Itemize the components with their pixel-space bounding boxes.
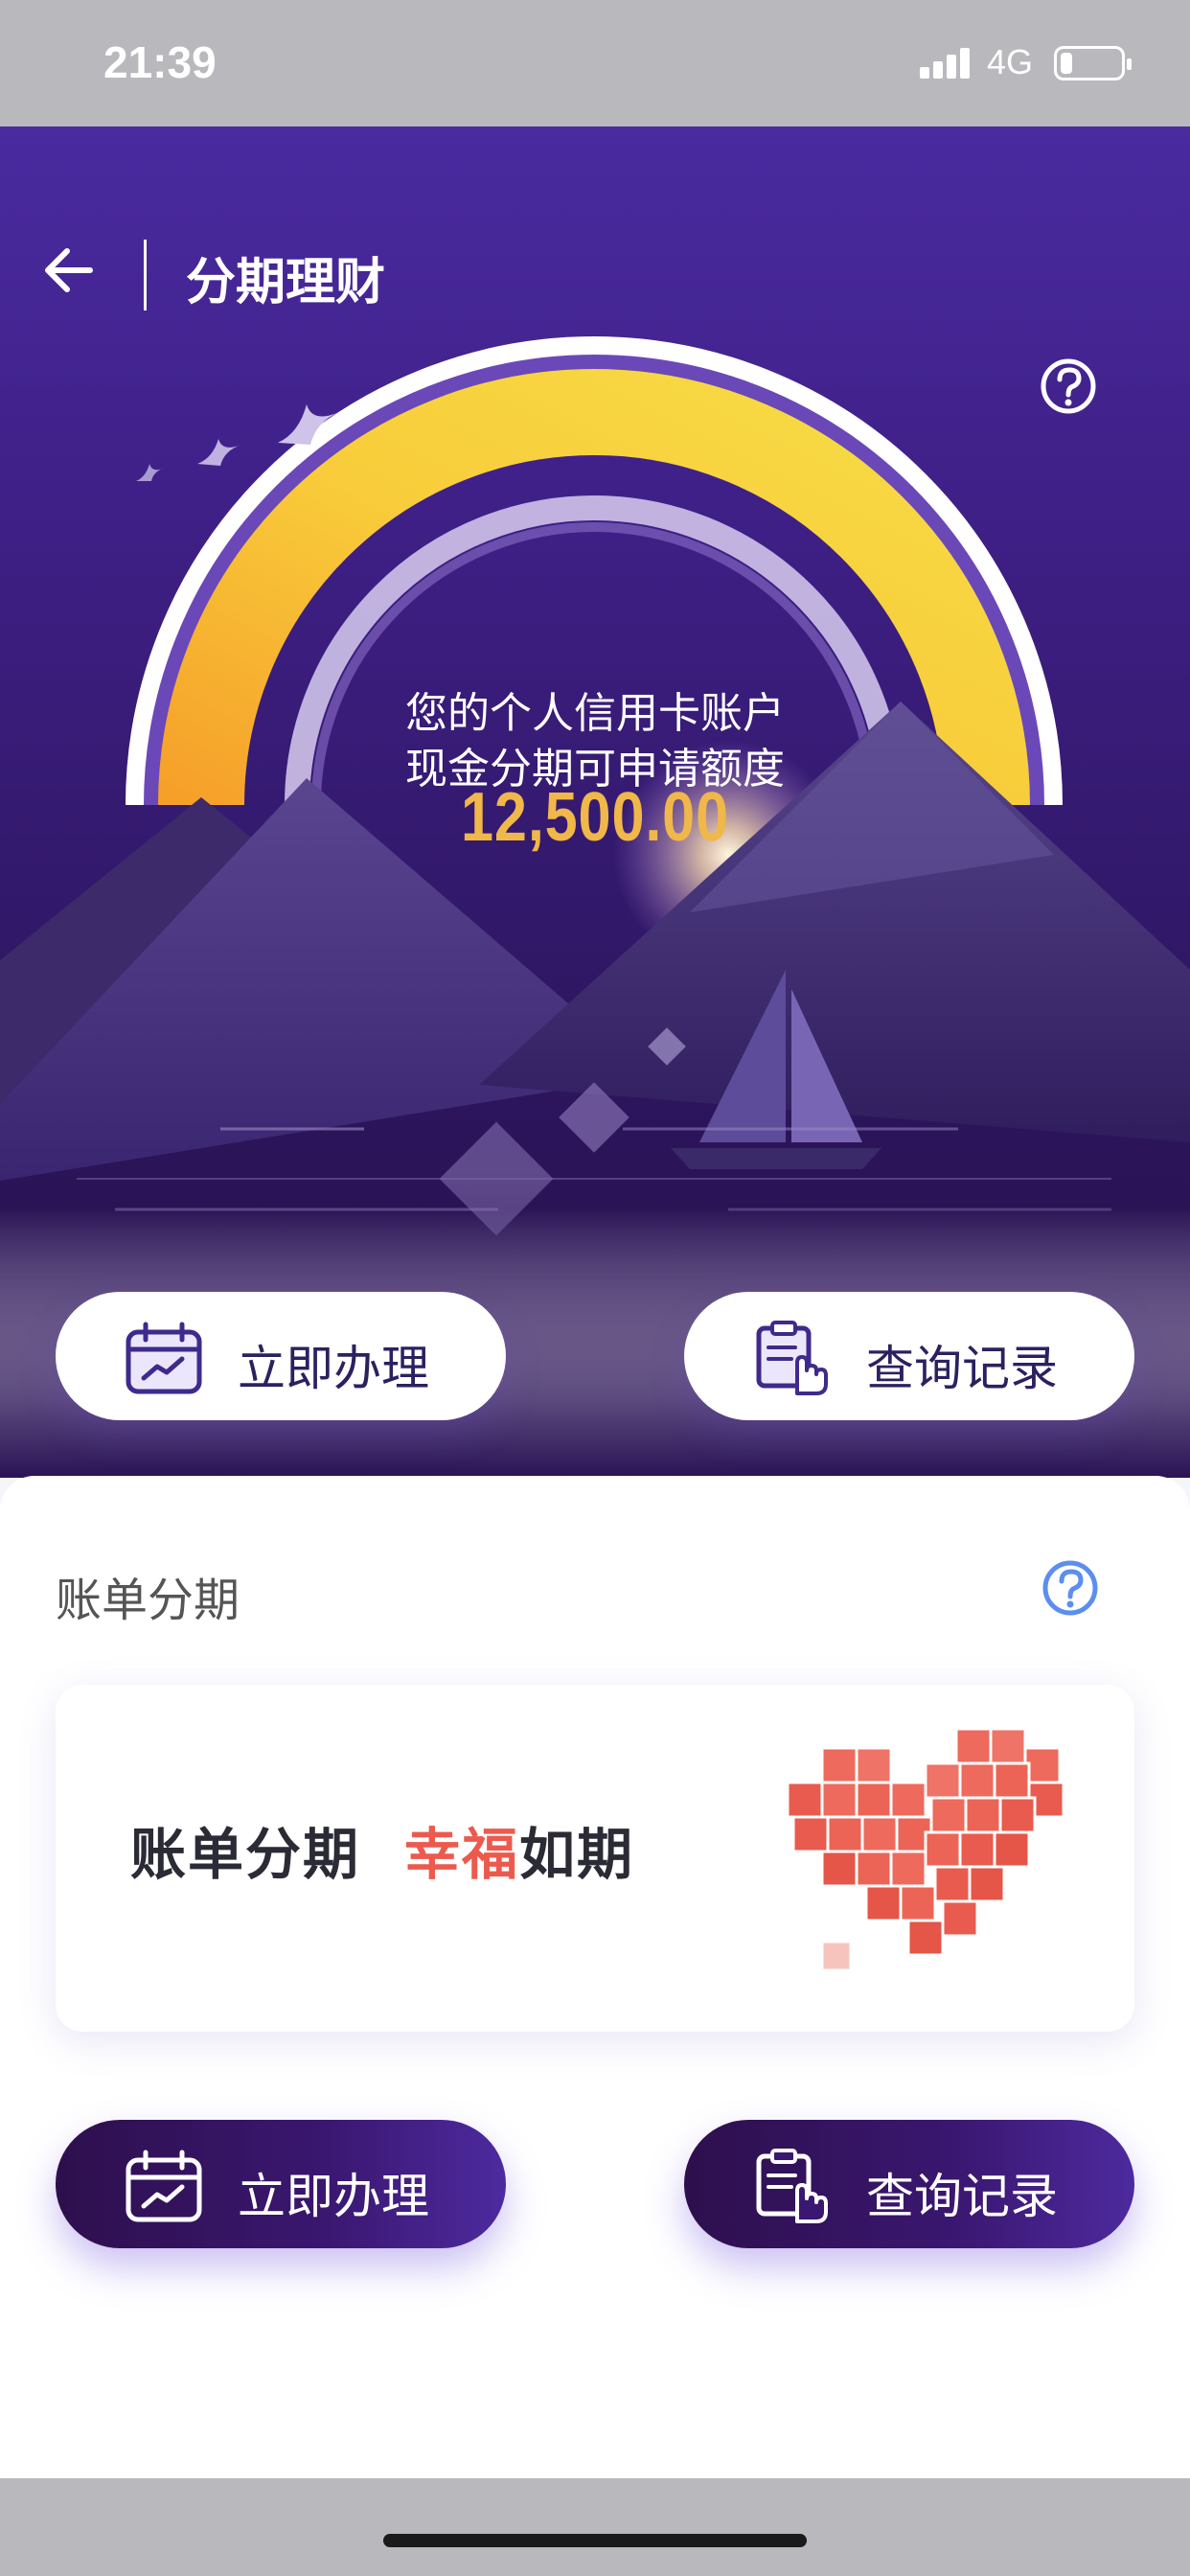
cash-apply-label: 立即办理 [238,1341,429,1396]
document-hand-icon [756,1321,828,1395]
status-time: 21:39 [103,37,217,87]
banner-slogan-highlight: 幸福 [404,1822,520,1887]
document-hand-icon [756,2149,828,2223]
battery-low-icon [1054,46,1132,80]
arrow-left-icon[interactable] [38,240,100,301]
banner-slogan-part3: 如期 [519,1822,635,1887]
pixel-heart-icon [786,1727,1065,1972]
network-label: 4G [987,42,1034,81]
section-title: 账单分期 [56,1574,240,1627]
question-circle-icon[interactable] [1039,356,1098,416]
question-circle-icon[interactable] [1041,1558,1100,1618]
banner-slogan-part1: 账单分期 [130,1822,361,1887]
banner-slogan: 账单分期 幸福如期 [130,1809,634,1890]
bill-records-button[interactable]: 查询记录 [684,2120,1134,2248]
cash-records-button[interactable]: 查询记录 [684,1292,1134,1420]
page-title: 分期理财 [186,254,386,311]
bill-records-label: 查询记录 [866,2169,1058,2224]
quota-label-line1: 您的个人信用卡账户 [405,689,785,738]
nav-divider [144,240,147,310]
calendar-chart-icon [126,1322,202,1394]
cash-records-label: 查询记录 [866,1341,1058,1396]
bill-promo-banner[interactable]: 账单分期 幸福如期 [56,1685,1134,2032]
bill-apply-button[interactable]: 立即办理 [56,2120,506,2248]
home-indicator-band [0,2478,1190,2576]
signal-bars-icon [920,46,973,79]
hero-banner: 分期理财 您的个人信用卡账户 现金分期可申请额度 12,500.00 [0,126,1190,1478]
calendar-chart-icon [126,2150,202,2222]
cash-apply-button[interactable]: 立即办理 [56,1292,506,1420]
status-bar: 21:39 4G [0,0,1190,126]
bill-apply-label: 立即办理 [238,2169,429,2224]
quota-amount: 12,500.00 [461,779,729,856]
home-indicator[interactable] [383,2534,807,2547]
